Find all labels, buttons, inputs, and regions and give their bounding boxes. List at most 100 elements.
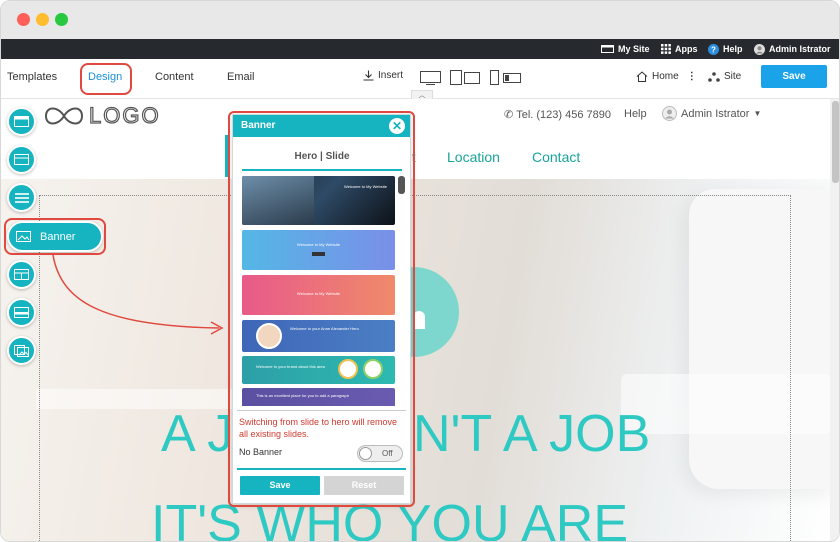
- tab-email[interactable]: Email: [227, 71, 255, 83]
- banner-panel-header: Banner: [233, 115, 410, 137]
- download-icon: [363, 70, 374, 81]
- annotation-arrow-icon: [52, 254, 224, 335]
- close-icon[interactable]: ✕: [389, 118, 405, 134]
- toggle-state-label: Off: [382, 449, 393, 458]
- banner-template-thumb[interactable]: Welcome to My Website: [242, 275, 395, 315]
- thumb-icon-circle: [338, 359, 358, 379]
- tablet-view-icon[interactable]: [450, 70, 480, 85]
- template-list-scrollbar-thumb[interactable]: [398, 176, 405, 194]
- maximize-window-button[interactable]: [55, 13, 68, 26]
- sidebar-banner-label: Banner: [40, 230, 76, 243]
- site-help-link[interactable]: Help: [624, 108, 647, 120]
- footer-layout-icon: [14, 307, 29, 318]
- thumb-button: [312, 252, 325, 256]
- home-label: Home: [652, 71, 679, 82]
- badge-glyph: [413, 311, 425, 329]
- tab-content[interactable]: Content: [155, 71, 194, 83]
- banner-panel: Banner ✕ Hero | Slide Welcome to My Webs…: [232, 114, 411, 504]
- site-label: Site: [724, 71, 742, 82]
- my-site-link[interactable]: My Site: [601, 39, 650, 59]
- nav-item-location[interactable]: Location: [447, 149, 500, 165]
- home-icon: [636, 71, 648, 82]
- tab-hero-slide[interactable]: Hero | Slide: [242, 141, 402, 171]
- no-banner-toggle[interactable]: Off: [357, 445, 403, 462]
- sidebar-header-button[interactable]: [7, 107, 36, 136]
- thumb-caption: Welcome to your Anne Alexander Hero: [290, 326, 359, 331]
- thumb-icon-circle: [363, 359, 383, 379]
- my-site-label: My Site: [618, 44, 650, 54]
- banner-template-list[interactable]: Welcome to My Website Welcome to My Webs…: [233, 174, 410, 406]
- more-options-icon[interactable]: ⋮: [687, 71, 697, 82]
- site-user-menu[interactable]: Admin Istrator ▼: [662, 106, 761, 121]
- hero-headline-left: A J: [161, 405, 234, 463]
- banner-image-icon: [16, 231, 31, 242]
- tab-templates[interactable]: Templates: [7, 71, 57, 83]
- preview-scrollbar[interactable]: [830, 99, 839, 541]
- nav-item-contact[interactable]: Contact: [532, 149, 580, 165]
- infinity-logo-icon: [44, 107, 84, 125]
- thumb-caption: Welcome to My Website: [297, 242, 340, 247]
- tab-design[interactable]: Design: [88, 71, 122, 83]
- help-icon: ?: [708, 43, 719, 55]
- sidebar-menu-button[interactable]: [7, 183, 36, 212]
- page-selector[interactable]: Home ⋮: [636, 71, 697, 82]
- banner-template-thumb[interactable]: Welcome to My Website: [242, 230, 395, 270]
- panel-divider: [237, 410, 406, 411]
- sidebar-nav-button[interactable]: [7, 145, 36, 174]
- desktop-view-icon[interactable]: [420, 71, 441, 85]
- mobile-view-icon[interactable]: [490, 70, 522, 85]
- banner-template-thumb[interactable]: This is an excellent place for you to ad…: [242, 388, 395, 406]
- sidebar-footer-button[interactable]: [7, 298, 36, 327]
- apps-link[interactable]: Apps: [661, 39, 698, 59]
- nav-active-indicator: [225, 135, 229, 177]
- banner-template-thumb[interactable]: Welcome to My Website: [242, 176, 395, 225]
- panel-reset-button[interactable]: Reset: [324, 476, 404, 495]
- phone-icon: ✆: [504, 109, 514, 121]
- site-logo[interactable]: LOGO: [43, 102, 161, 129]
- navbar-layout-icon: [14, 154, 29, 165]
- toggle-knob: [359, 447, 372, 460]
- section-selection-outline: [39, 195, 791, 541]
- user-menu[interactable]: Admin Istrator: [754, 39, 831, 59]
- user-avatar-icon: [754, 43, 765, 55]
- site-settings-button[interactable]: Site: [708, 71, 741, 82]
- banner-template-thumb[interactable]: Welcome to your Anne Alexander Hero: [242, 320, 395, 352]
- thumb-caption: This is an excellent place for you to ad…: [256, 393, 349, 398]
- preview-scrollbar-thumb[interactable]: [832, 101, 839, 183]
- thumb-portrait: [256, 323, 282, 349]
- banner-panel-title: Banner: [241, 120, 276, 131]
- menu-icon: [14, 192, 29, 203]
- thumb-caption: Welcome to My Website: [344, 184, 387, 189]
- sidebar-content-button[interactable]: [7, 260, 36, 289]
- svg-text:?: ?: [711, 45, 716, 54]
- grid-icon: [661, 44, 671, 54]
- panel-footer-rule: [237, 468, 406, 470]
- banner-template-thumb[interactable]: Welcome to your brand about this area: [242, 356, 395, 384]
- user-avatar-icon: [662, 106, 677, 121]
- save-button[interactable]: Save: [761, 65, 827, 88]
- insert-button[interactable]: Insert: [363, 70, 403, 81]
- phone-number: Tel. (123) 456 7890: [516, 108, 612, 121]
- thumb-caption: Welcome to My Website: [297, 291, 340, 296]
- help-link[interactable]: ? Help: [708, 39, 743, 59]
- caret-down-icon: ▼: [753, 109, 762, 118]
- columns-layout-icon: [14, 269, 29, 280]
- thumb-photo: [242, 176, 314, 225]
- site-phone: ✆ Tel. (123) 456 7890: [504, 108, 612, 122]
- admin-topbar: My Site Apps ? Help Admin Istrator: [1, 39, 839, 59]
- minimize-window-button[interactable]: [36, 13, 49, 26]
- hero-headline-right: N'T A JOB: [413, 405, 651, 463]
- sidebar-gallery-button[interactable]: [7, 336, 36, 365]
- slide-warning-text: Switching from slide to hero will remove…: [239, 417, 398, 439]
- panel-save-button[interactable]: Save: [240, 476, 320, 495]
- browser-window: My Site Apps ? Help Admin Istrator Templ…: [0, 0, 840, 542]
- header-layout-icon: [14, 116, 29, 127]
- apps-label: Apps: [675, 44, 698, 54]
- thumb-caption: Welcome to your brand about this area: [256, 364, 325, 369]
- help-label: Help: [723, 44, 743, 54]
- insert-label: Insert: [378, 70, 404, 81]
- sidebar-banner-button[interactable]: Banner: [7, 221, 103, 252]
- close-window-button[interactable]: [17, 13, 30, 26]
- site-nav: ut Location Contact: [1, 135, 831, 179]
- sitemap-icon: [708, 71, 720, 82]
